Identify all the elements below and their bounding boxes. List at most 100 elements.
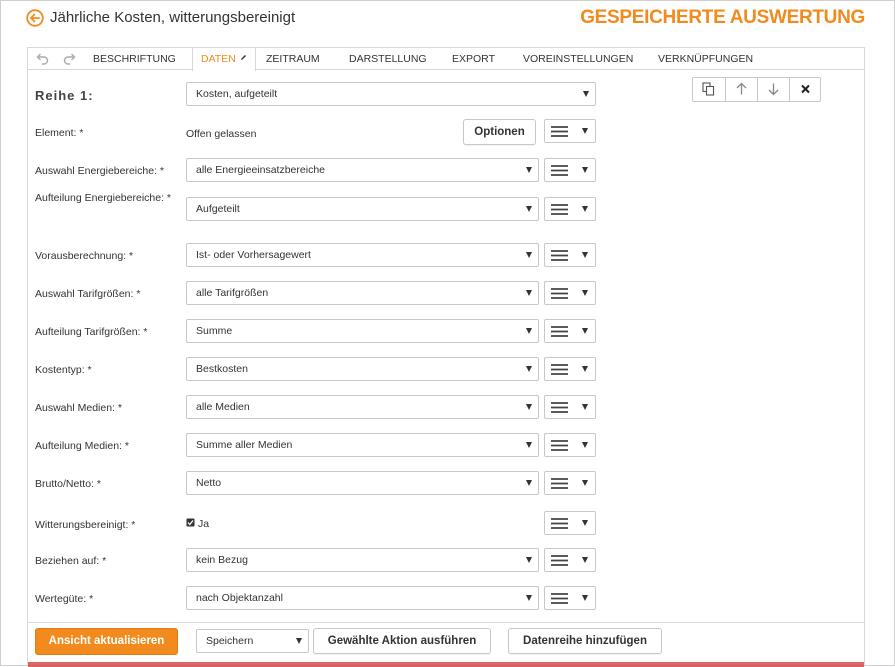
field-label: Auswahl Medien: * <box>35 402 122 414</box>
field-select-value: alle Medien <box>196 401 250 413</box>
chevron-down-icon <box>582 328 588 334</box>
page-header: Jährliche Kosten, witterungsbereinigt GE… <box>0 0 893 38</box>
field-select[interactable]: Aufgeteilt <box>186 197 539 221</box>
field-select[interactable]: Bestkosten <box>186 357 539 381</box>
tab-daten[interactable]: DATEN <box>192 48 256 71</box>
field-label: Aufteilung Medien: * <box>35 440 129 452</box>
weather-corrected-menu-dropdown[interactable] <box>544 511 596 535</box>
field-select-value: alle Tarifgrößen <box>196 287 269 299</box>
field-menu-dropdown[interactable] <box>544 586 596 610</box>
action-select-value: Speichern <box>206 635 254 647</box>
field-menu-dropdown[interactable] <box>544 395 596 419</box>
bottom-strip <box>28 662 864 667</box>
field-select-value: Aufgeteilt <box>196 203 240 215</box>
field-menu-dropdown[interactable] <box>544 433 596 457</box>
series-controls <box>692 77 821 102</box>
field-select[interactable]: Summe <box>186 319 539 343</box>
hamburger-icon <box>551 204 568 215</box>
field-menu-dropdown[interactable] <box>544 197 596 221</box>
tab-darstellung[interactable]: DARSTELLUNG <box>349 48 427 70</box>
hamburger-icon <box>551 165 568 176</box>
hamburger-icon <box>551 593 568 604</box>
chevron-down-icon <box>582 480 588 486</box>
field-select[interactable]: Summe aller Medien <box>186 433 539 457</box>
chevron-down-icon <box>582 366 588 372</box>
series-type-select[interactable]: Kosten, aufgeteilt <box>186 82 596 106</box>
chevron-down-icon <box>296 638 302 644</box>
hamburger-icon <box>551 402 568 413</box>
element-menu-dropdown[interactable] <box>544 119 596 143</box>
back-arrow-icon[interactable] <box>26 9 44 27</box>
chevron-down-icon <box>582 404 588 410</box>
hamburger-icon <box>551 326 568 337</box>
field-select-value: Ist- oder Vorhersagewert <box>196 249 311 261</box>
field-select[interactable]: Ist- oder Vorhersagewert <box>186 243 539 267</box>
tab-verknuepfungen[interactable]: VERKNÜPFUNGEN <box>658 48 753 70</box>
refresh-view-button[interactable]: Ansicht aktualisieren <box>35 628 178 655</box>
tab-export[interactable]: EXPORT <box>452 48 495 70</box>
chevron-down-icon <box>526 480 532 486</box>
field-menu-dropdown[interactable] <box>544 319 596 343</box>
field-select[interactable]: Netto <box>186 471 539 495</box>
field-menu-dropdown[interactable] <box>544 243 596 267</box>
element-value: Offen gelassen <box>186 128 257 140</box>
arrow-down-icon <box>768 83 779 96</box>
field-label: Vorausberechnung: * <box>35 250 134 262</box>
series-heading: Reihe 1: <box>35 88 94 103</box>
field-menu-dropdown[interactable] <box>544 281 596 305</box>
chevron-down-icon <box>582 167 588 173</box>
weather-corrected-checkbox[interactable] <box>186 518 195 527</box>
page-title: Jährliche Kosten, witterungsbereinigt <box>50 9 296 26</box>
chevron-down-icon <box>526 206 532 212</box>
field-menu-dropdown[interactable] <box>544 471 596 495</box>
redo-icon[interactable] <box>62 51 78 67</box>
undo-icon[interactable] <box>34 51 50 67</box>
chevron-down-icon <box>526 167 532 173</box>
tab-bar: BESCHRIFTUNG DATEN ZEITRAUM DARSTELLUNG … <box>28 48 864 71</box>
chevron-down-icon <box>583 91 589 97</box>
element-label: Element: * <box>35 127 84 139</box>
field-select-value: Summe <box>196 325 233 337</box>
execute-action-button[interactable]: Gewählte Aktion ausführen <box>313 628 491 654</box>
report-panel: BESCHRIFTUNG DATEN ZEITRAUM DARSTELLUNG … <box>27 47 865 667</box>
weather-corrected-label: Witterungsbereinigt: * <box>35 519 136 531</box>
delete-series-button[interactable] <box>789 78 821 101</box>
field-select[interactable]: nach Objektanzahl <box>186 586 539 610</box>
options-button[interactable]: Optionen <box>463 119 536 145</box>
tab-beschriftung[interactable]: BESCHRIFTUNG <box>93 48 176 70</box>
action-footer: Ansicht aktualisieren Speichern Gewählte… <box>28 622 864 662</box>
hamburger-icon <box>551 250 568 261</box>
tab-zeitraum[interactable]: ZEITRAUM <box>266 48 320 70</box>
chevron-down-icon <box>582 442 588 448</box>
chevron-down-icon <box>526 366 532 372</box>
tab-voreinstellungen[interactable]: VOREINSTELLUNGEN <box>523 48 633 70</box>
chevron-down-icon <box>582 128 588 134</box>
field-menu-dropdown[interactable] <box>544 548 596 572</box>
copy-icon <box>702 82 715 96</box>
chevron-down-icon <box>526 252 532 258</box>
copy-series-button[interactable] <box>693 78 725 101</box>
field-menu-dropdown[interactable] <box>544 158 596 182</box>
field-select-value: kein Bezug <box>196 554 248 566</box>
add-series-button[interactable]: Datenreihe hinzufügen <box>508 628 662 654</box>
field-select-value: nach Objektanzahl <box>196 592 283 604</box>
field-select[interactable]: alle Tarifgrößen <box>186 281 539 305</box>
pencil-icon <box>240 55 246 60</box>
arrow-up-icon <box>736 82 747 95</box>
action-select[interactable]: Speichern <box>196 629 309 653</box>
field-label: Wertegüte: * <box>35 593 94 605</box>
chevron-down-icon <box>582 595 588 601</box>
chevron-down-icon <box>526 328 532 334</box>
move-up-button[interactable] <box>725 78 757 101</box>
field-select-value: alle Energieeinsatzbereiche <box>196 164 325 176</box>
chevron-down-icon <box>582 557 588 563</box>
field-label: Kostentyp: * <box>35 364 92 376</box>
field-menu-dropdown[interactable] <box>544 357 596 381</box>
field-label: Aufteilung Energiebereiche: * <box>35 192 172 204</box>
field-select[interactable]: alle Energieeinsatzbereiche <box>186 158 539 182</box>
field-select[interactable]: kein Bezug <box>186 548 539 572</box>
hamburger-icon <box>551 555 568 566</box>
field-select[interactable]: alle Medien <box>186 395 539 419</box>
move-down-button[interactable] <box>757 78 789 101</box>
field-label: Auswahl Tarifgrößen: * <box>35 288 141 300</box>
